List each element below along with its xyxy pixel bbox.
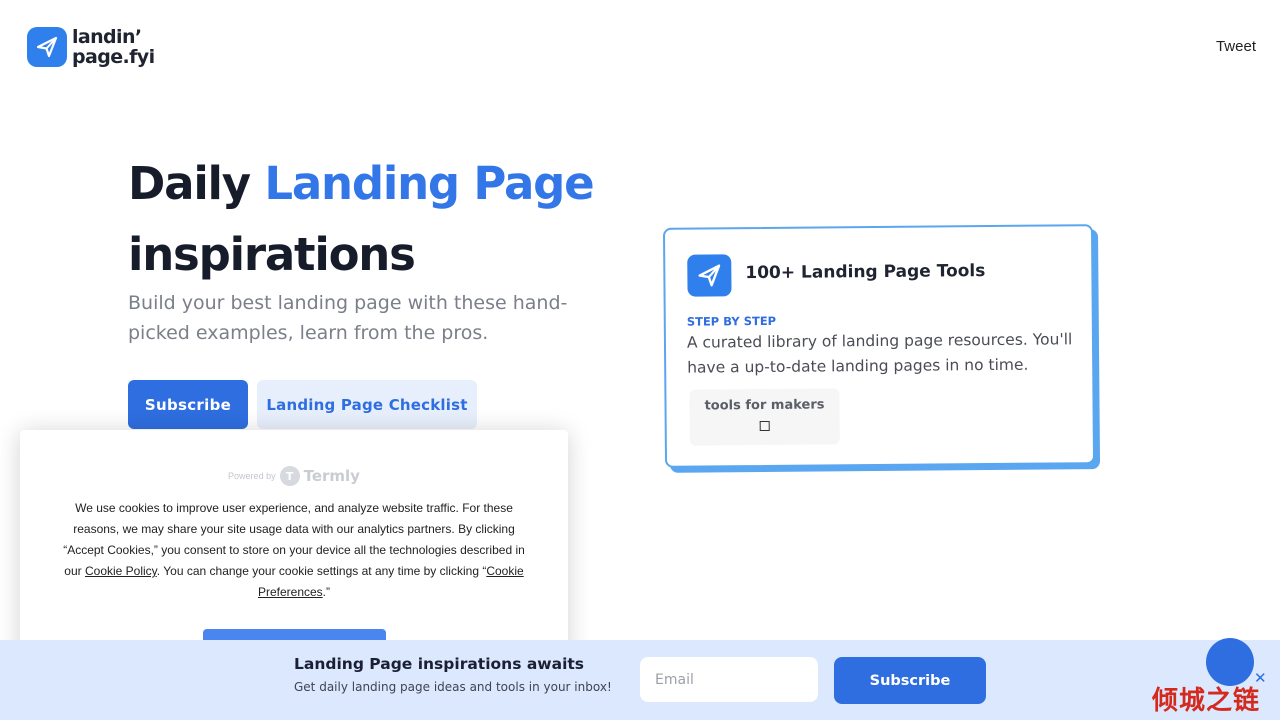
cookie-notice-text: We use cookies to improve user experienc… bbox=[58, 498, 530, 603]
hero-title-accent: Landing Page bbox=[264, 157, 594, 210]
checklist-button[interactable]: Landing Page Checklist bbox=[257, 380, 477, 429]
card-kicker: STEP BY STEP bbox=[686, 313, 777, 329]
termly-branding: Powered by T Termly bbox=[20, 466, 568, 486]
newsletter-bar: Landing Page inspirations awaits Get dai… bbox=[0, 640, 1280, 720]
card-tag[interactable]: tools for makers bbox=[689, 388, 840, 446]
card-title: 100+ Landing Page Tools bbox=[745, 261, 986, 284]
checkbox-icon bbox=[759, 420, 770, 432]
site-logo[interactable]: landin’ page.fyi bbox=[27, 27, 155, 67]
hero-subtitle: Build your best landing page with these … bbox=[128, 292, 568, 344]
card-tag-label: tools for makers bbox=[704, 397, 825, 414]
tools-promo-card[interactable]: 100+ Landing Page Tools STEP BY STEP A c… bbox=[662, 224, 1101, 473]
paper-plane-icon bbox=[687, 254, 732, 297]
paper-plane-icon bbox=[27, 27, 67, 67]
newsletter-subscribe-button[interactable]: Subscribe bbox=[834, 657, 986, 704]
newsletter-subtitle: Get daily landing page ideas and tools i… bbox=[294, 680, 612, 694]
logo-line-2: page.fyi bbox=[72, 46, 155, 68]
cookie-text-part3: .” bbox=[322, 585, 331, 599]
hero-title: Daily Landing Page inspirations bbox=[128, 148, 648, 290]
subscribe-button[interactable]: Subscribe bbox=[128, 380, 248, 429]
cookie-text-part2: . You can change your cookie settings at… bbox=[156, 564, 487, 578]
termly-logo-icon: T bbox=[279, 466, 300, 486]
logo-line-1: landin’ bbox=[72, 26, 142, 48]
chat-bubble[interactable] bbox=[1206, 638, 1254, 686]
hero-title-part2: inspirations bbox=[128, 228, 416, 281]
newsletter-title: Landing Page inspirations awaits bbox=[294, 655, 585, 673]
hero-title-part1: Daily bbox=[128, 157, 251, 210]
logo-wordmark: landin’ page.fyi bbox=[72, 27, 155, 67]
cookie-policy-link[interactable]: Cookie Policy bbox=[85, 564, 157, 578]
termly-name: Termly bbox=[303, 467, 360, 485]
watermark-text: 倾城之链 bbox=[1152, 686, 1261, 716]
powered-by-label: Powered by bbox=[228, 471, 276, 481]
card-description: A curated library of landing page resour… bbox=[686, 330, 1073, 377]
cookie-consent-banner: Powered by T Termly We use cookies to im… bbox=[20, 430, 568, 669]
card-body: 100+ Landing Page Tools STEP BY STEP A c… bbox=[662, 224, 1096, 468]
tweet-link[interactable]: Tweet bbox=[1216, 38, 1256, 55]
email-input[interactable] bbox=[640, 657, 818, 702]
